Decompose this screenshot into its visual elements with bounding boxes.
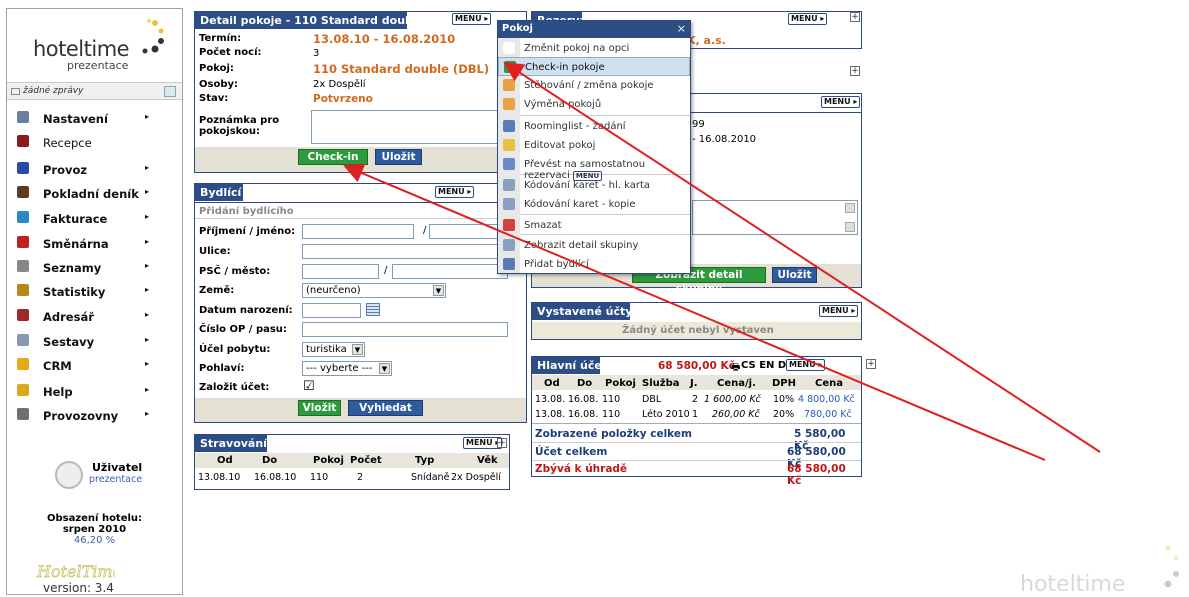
watermark-logo: hoteltime	[1020, 540, 1185, 597]
annotation-arrows	[343, 61, 1101, 461]
arrow-to-checkin-menu-item	[503, 61, 1101, 453]
watermark-dots-icon	[1164, 545, 1179, 588]
watermark-text: hoteltime	[1020, 572, 1126, 597]
arrow-to-checkin-button	[343, 163, 1046, 461]
